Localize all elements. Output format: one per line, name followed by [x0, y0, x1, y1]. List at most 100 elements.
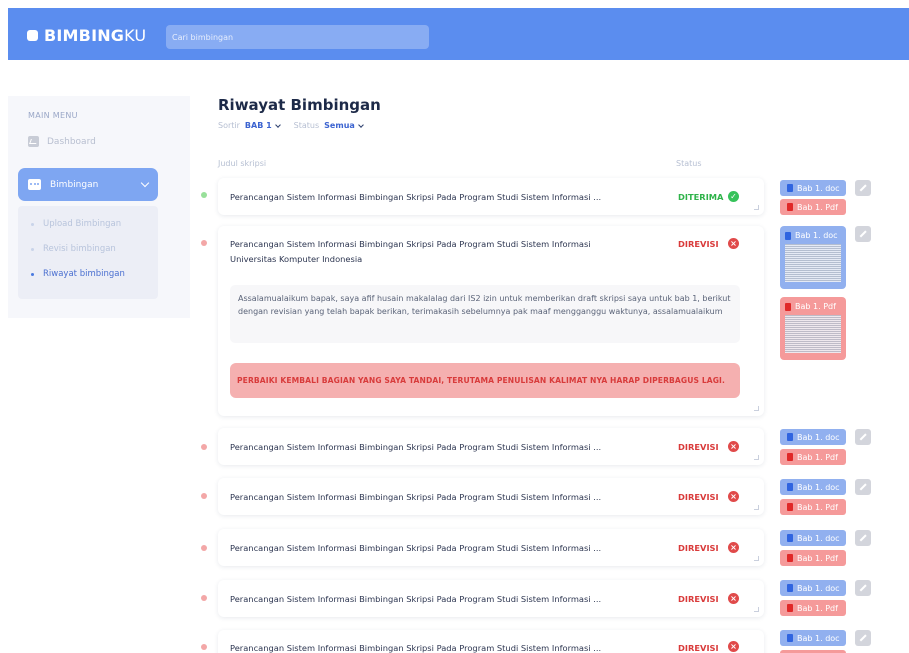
table-row[interactable]: Perancangan Sistem Informasi Bimbingan S… [218, 529, 764, 566]
doc-file-button[interactable]: Bab 1. doc [780, 180, 846, 196]
preview-header: Bab 1. doc [785, 231, 841, 240]
pdf-file-button[interactable]: Bab 1. Pdf [780, 449, 846, 465]
resize-handle-icon[interactable] [754, 406, 759, 411]
doc-file-icon [785, 231, 791, 240]
chevron-down-icon[interactable] [357, 121, 364, 128]
table-row[interactable]: Perancangan Sistem Informasi Bimbingan S… [218, 428, 764, 465]
submenu-revisi-bimbingan[interactable]: Revisi bimbingan [31, 244, 116, 254]
sidebar-item-label: Dashboard [47, 136, 96, 147]
doc-file-icon [787, 534, 793, 542]
doc-file-icon [787, 184, 793, 192]
pdf-file-button[interactable]: Bab 1. Pdf [780, 600, 846, 616]
resize-handle-icon[interactable] [754, 556, 759, 561]
doc-file-icon [787, 584, 793, 592]
document-thumbnail [785, 315, 841, 353]
sidebar-item-bimbingan[interactable]: Bimbingan [18, 168, 158, 201]
file-label: Bab 1. Pdf [797, 452, 838, 462]
file-label: Bab 1. Pdf [797, 553, 838, 563]
edit-button[interactable] [855, 580, 871, 596]
page-title: Riwayat Bimbingan [218, 96, 381, 114]
status-text: DIREVISI [678, 239, 719, 249]
file-label: Bab 1. doc [797, 432, 840, 442]
brand-name: BIMBINGKU [44, 26, 146, 45]
chevron-down-icon[interactable] [274, 121, 281, 128]
submenu-label: Revisi bimbingan [43, 244, 116, 254]
resize-handle-icon[interactable] [754, 505, 759, 510]
resize-handle-icon[interactable] [754, 205, 759, 210]
doc-file-button[interactable]: Bab 1. doc [780, 580, 846, 596]
bullet-icon [31, 247, 34, 251]
file-label: Bab 1. Pdf [797, 603, 838, 613]
sort-label: Sortir [218, 121, 240, 130]
resize-handle-icon[interactable] [754, 455, 759, 460]
resize-handle-icon[interactable] [754, 607, 759, 612]
submenu-label: Upload Bimbingan [43, 219, 122, 229]
table-row[interactable]: Perancangan Sistem Informasi Bimbingan S… [218, 630, 764, 653]
app-frame: BIMBINGKU MAIN MENU Dashboard Bimbingan … [0, 0, 909, 653]
x-circle-icon: × [728, 238, 739, 249]
row-title-line-1: Perancangan Sistem Informasi Bimbingan S… [230, 239, 591, 249]
pdf-file-button[interactable]: Bab 1. Pdf [780, 550, 846, 566]
edit-button[interactable] [855, 226, 871, 242]
row-title: Perancangan Sistem Informasi Bimbingan S… [230, 192, 602, 202]
x-circle-icon: × [728, 593, 739, 604]
pdf-file-button[interactable]: Bab 1. Pdf [780, 199, 846, 215]
table-row[interactable]: Perancangan Sistem Informasi Bimbingan S… [218, 178, 764, 215]
pencil-icon [859, 433, 867, 441]
submenu-riwayat-bimbingan[interactable]: Riwayat bimbingan [31, 269, 125, 279]
file-label: Bab 1. Pdf [795, 302, 836, 311]
status-text: DIREVISI [678, 643, 719, 653]
bullet-icon [31, 272, 34, 276]
search-input[interactable] [166, 25, 429, 49]
row-title: Perancangan Sistem Informasi Bimbingan S… [230, 442, 602, 452]
status-indicator-dot [201, 493, 207, 499]
edit-button[interactable] [855, 630, 871, 646]
table-row[interactable]: Perancangan Sistem Informasi Bimbingan S… [218, 478, 764, 515]
file-label: Bab 1. doc [797, 583, 840, 593]
pencil-icon [859, 584, 867, 592]
pdf-file-icon [787, 604, 793, 612]
doc-file-button[interactable]: Bab 1. doc [780, 530, 846, 546]
doc-file-preview[interactable]: Bab 1. doc [780, 226, 846, 289]
file-label: Bab 1. doc [797, 183, 840, 193]
status-indicator-dot [201, 192, 207, 198]
sidebar-item-label: Bimbingan [50, 179, 99, 190]
edit-button[interactable] [855, 479, 871, 495]
revision-feedback: PERBAIKI KEMBALI BAGIAN YANG SAYA TANDAI… [230, 363, 740, 398]
bimbingan-submenu: Upload Bimbingan Revisi bimbingan Riwaya… [18, 206, 158, 299]
status-dropdown[interactable]: Semua [324, 121, 355, 130]
status-indicator-dot [201, 595, 207, 601]
status-indicator-dot [201, 444, 207, 450]
filter-bar: Sortir BAB 1 Status Semua [218, 121, 377, 130]
pdf-file-button[interactable]: Bab 1. Pdf [780, 499, 846, 515]
status-indicator-dot [201, 240, 207, 246]
more-icon [28, 179, 41, 190]
table-row[interactable]: Perancangan Sistem Informasi Bimbingan S… [218, 580, 764, 617]
doc-file-button[interactable]: Bab 1. doc [780, 429, 846, 445]
pdf-file-icon [787, 554, 793, 562]
pencil-icon [859, 634, 867, 642]
status-text: DIREVISI [678, 442, 719, 452]
dashboard-icon [28, 136, 39, 147]
x-circle-icon: × [728, 542, 739, 553]
doc-file-button[interactable]: Bab 1. doc [780, 479, 846, 495]
edit-button[interactable] [855, 530, 871, 546]
column-header-status: Status [676, 159, 702, 168]
submenu-upload-bimbingan[interactable]: Upload Bimbingan [31, 219, 121, 229]
document-thumbnail [785, 244, 841, 282]
pdf-file-preview[interactable]: Bab 1. Pdf [780, 297, 846, 360]
table-row-expanded[interactable]: Perancangan Sistem Informasi Bimbingan S… [218, 226, 764, 416]
doc-file-icon [787, 433, 793, 441]
doc-file-button[interactable]: Bab 1. doc [780, 630, 846, 646]
file-label: Bab 1. Pdf [797, 502, 838, 512]
edit-button[interactable] [855, 429, 871, 445]
edit-button[interactable] [855, 180, 871, 196]
sort-dropdown[interactable]: BAB 1 [245, 121, 272, 130]
status-indicator-dot [201, 545, 207, 551]
app-logo[interactable]: BIMBINGKU [27, 25, 146, 45]
check-circle-icon: ✓ [728, 191, 739, 202]
column-header-judul: Judul skripsi [218, 159, 267, 168]
pencil-icon [859, 483, 867, 491]
logo-icon [27, 29, 38, 41]
sidebar-item-dashboard[interactable]: Dashboard [28, 136, 96, 147]
